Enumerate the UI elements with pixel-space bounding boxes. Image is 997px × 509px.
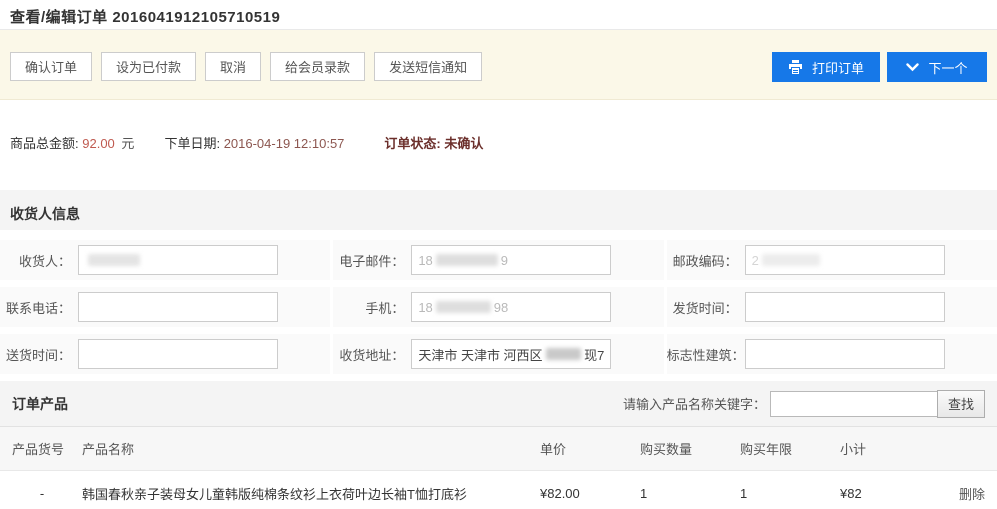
total-amount-label: 商品总金额: xyxy=(10,136,79,151)
delivery-time-input[interactable] xyxy=(78,339,278,369)
postcode-visible-prefix: 2 xyxy=(752,253,759,268)
products-section-title: 订单产品 xyxy=(12,394,68,414)
product-price: ¥82.00 xyxy=(540,486,640,501)
form-row: 收货人： 电子邮件： 18 9 邮政编码： 2 xyxy=(0,240,997,280)
email-label: 电子邮件： xyxy=(333,251,411,270)
product-subtotal: ¥82 xyxy=(840,486,930,501)
mobile-label: 手机： xyxy=(333,298,411,317)
phone-input[interactable] xyxy=(78,292,278,322)
consignee-section-title: 收货人信息 xyxy=(10,206,80,222)
address-label: 收货地址： xyxy=(333,345,411,364)
field-postcode: 邮政编码： 2 xyxy=(667,240,997,280)
col-years: 购买年限 xyxy=(740,439,840,458)
landmark-input[interactable] xyxy=(745,339,945,369)
mobile-field[interactable]: 18 98 xyxy=(411,292,611,322)
field-landmark: 标志性建筑： xyxy=(667,334,997,374)
product-years: 1 xyxy=(740,486,840,501)
address-visible-prefix: 天津市 天津市 河西区 xyxy=(418,345,542,364)
order-status-value: 未确认 xyxy=(444,136,483,151)
email-visible-prefix: 18 xyxy=(418,253,432,268)
chevron-down-icon xyxy=(906,63,919,72)
product-search: 请输入产品名称关键字： 查找 xyxy=(623,390,985,418)
form-row: 联系电话： 手机： 18 98 发货时间： xyxy=(0,287,997,327)
delete-product-link[interactable]: 删除 xyxy=(959,487,985,502)
postcode-field[interactable]: 2 xyxy=(745,245,945,275)
action-toolbar: 确认订单 设为已付款 取消 给会员录款 发送短信通知 打印订单 下一个 xyxy=(0,30,997,100)
summary-order-date: 下单日期: 2016-04-19 12:10:57 xyxy=(164,133,344,152)
order-edit-page: 查看/编辑订单 2016041912105710519 确认订单 设为已付款 取… xyxy=(0,0,997,509)
consignee-section-header: 收货人信息 xyxy=(0,190,997,230)
col-qty: 购买数量 xyxy=(640,439,740,458)
address-visible-suffix: 现7 xyxy=(584,345,604,364)
title-bar: 查看/编辑订单 2016041912105710519 xyxy=(0,0,997,30)
col-price: 单价 xyxy=(540,439,640,458)
product-search-input[interactable] xyxy=(770,391,938,417)
set-paid-button[interactable]: 设为已付款 xyxy=(101,52,196,81)
total-amount-unit: 元 xyxy=(121,136,134,151)
product-sku: - xyxy=(12,486,72,501)
email-field[interactable]: 18 9 xyxy=(411,245,611,275)
products-section-header: 订单产品 请输入产品名称关键字： 查找 xyxy=(0,381,997,427)
confirm-order-button[interactable]: 确认订单 xyxy=(10,52,92,81)
field-ship-time: 发货时间： xyxy=(667,287,997,327)
next-order-label: 下一个 xyxy=(928,58,967,77)
field-mobile: 手机： 18 98 xyxy=(333,287,663,327)
field-phone: 联系电话： xyxy=(0,287,330,327)
consignee-name-field[interactable] xyxy=(78,245,278,275)
cancel-button[interactable]: 取消 xyxy=(205,52,261,81)
order-date-value: 2016-04-19 12:10:57 xyxy=(224,136,345,151)
redacted-text xyxy=(546,348,582,360)
col-sku: 产品货号 xyxy=(12,439,72,458)
product-qty: 1 xyxy=(640,486,740,501)
mobile-visible-suffix: 98 xyxy=(494,300,508,315)
field-address: 收货地址： 天津市 天津市 河西区 现7 xyxy=(333,334,663,374)
redacted-text xyxy=(88,254,140,266)
col-name: 产品名称 xyxy=(72,439,540,458)
send-sms-button[interactable]: 发送短信通知 xyxy=(374,52,482,81)
print-order-label: 打印订单 xyxy=(812,58,864,77)
redacted-text xyxy=(436,301,491,313)
field-delivery-time: 送货时间： xyxy=(0,334,330,374)
summary-order-status: 订单状态: 未确认 xyxy=(384,133,483,152)
product-name: 韩国春秋亲子装母女儿童韩版纯棉条纹衫上衣荷叶边长袖T恤打底衫 xyxy=(72,484,540,503)
summary-total: 商品总金额: 92.00 元 xyxy=(10,133,134,152)
product-search-button[interactable]: 查找 xyxy=(937,390,985,418)
product-search-label: 请输入产品名称关键字： xyxy=(623,394,766,413)
email-visible-suffix: 9 xyxy=(501,253,508,268)
col-subtotal: 小计 xyxy=(840,439,930,458)
member-refund-button[interactable]: 给会员录款 xyxy=(270,52,365,81)
field-consignee: 收货人： xyxy=(0,240,330,280)
delivery-time-label: 送货时间： xyxy=(0,345,78,364)
order-status-label: 订单状态: xyxy=(384,136,440,151)
consignee-label: 收货人： xyxy=(0,251,78,270)
redacted-text xyxy=(762,254,820,266)
table-row: - 韩国春秋亲子装母女儿童韩版纯棉条纹衫上衣荷叶边长袖T恤打底衫 ¥82.00 … xyxy=(0,471,997,509)
products-table-header: 产品货号 产品名称 单价 购买数量 购买年限 小计 xyxy=(0,427,997,471)
print-order-button[interactable]: 打印订单 xyxy=(772,52,880,82)
order-summary: 商品总金额: 92.00 元 下单日期: 2016-04-19 12:10:57… xyxy=(0,100,997,190)
toolbar-right-group: 打印订单 下一个 xyxy=(772,52,987,82)
phone-label: 联系电话： xyxy=(0,298,78,317)
ship-time-input[interactable] xyxy=(745,292,945,322)
next-order-button[interactable]: 下一个 xyxy=(887,52,987,82)
landmark-label: 标志性建筑： xyxy=(667,345,745,364)
printer-icon xyxy=(788,60,803,74)
address-field[interactable]: 天津市 天津市 河西区 现7 xyxy=(411,339,611,369)
consignee-form: 收货人： 电子邮件： 18 9 邮政编码： 2 xyxy=(0,230,997,374)
field-email: 电子邮件： 18 9 xyxy=(333,240,663,280)
redacted-text xyxy=(436,254,498,266)
page-title: 查看/编辑订单 2016041912105710519 xyxy=(10,6,987,27)
order-date-label: 下单日期: xyxy=(164,136,220,151)
postcode-label: 邮政编码： xyxy=(667,251,745,270)
ship-time-label: 发货时间： xyxy=(667,298,745,317)
mobile-visible-prefix: 18 xyxy=(418,300,432,315)
total-amount-value: 92.00 xyxy=(82,136,115,151)
form-row: 送货时间： 收货地址： 天津市 天津市 河西区 现7 标志性建筑： xyxy=(0,334,997,374)
